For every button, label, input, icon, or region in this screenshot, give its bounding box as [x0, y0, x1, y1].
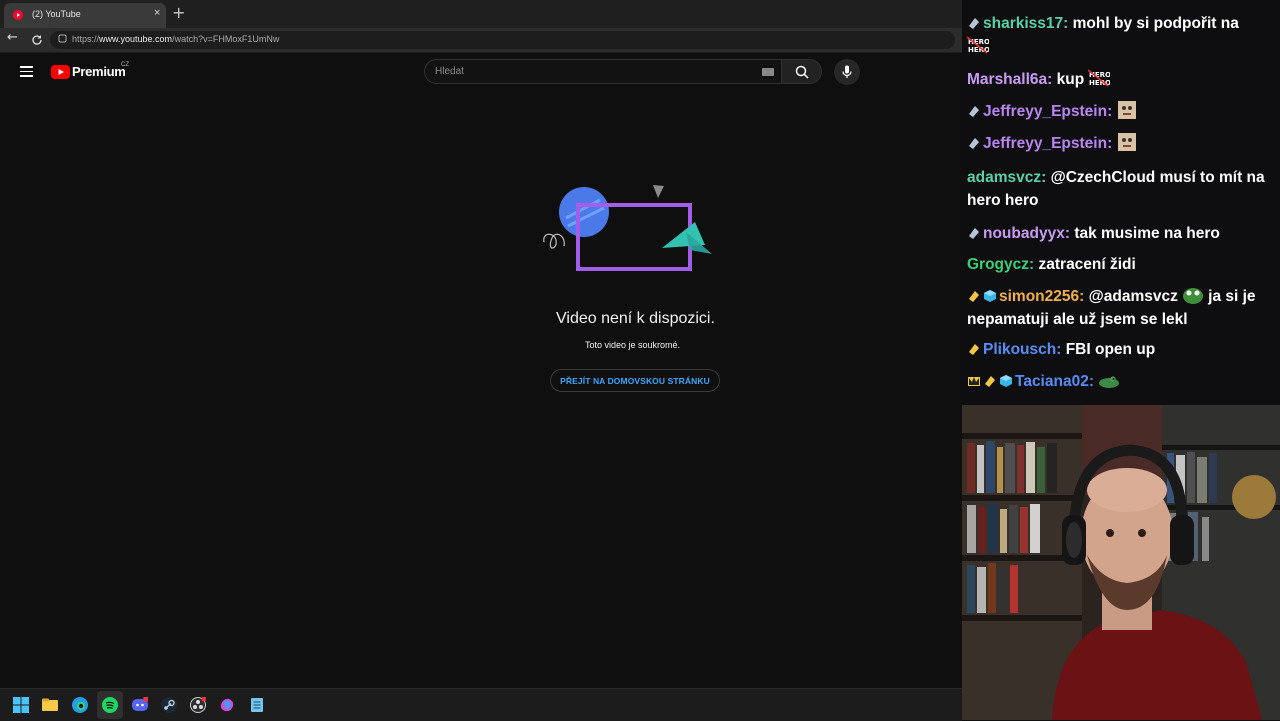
- chat-username[interactable]: noubadyyx: [983, 225, 1065, 242]
- chat-username[interactable]: simon2256: [999, 288, 1079, 305]
- chat-message: adamsvcz: @CzechCloud musí to mít na her…: [967, 169, 1265, 209]
- notepad-icon[interactable]: [249, 697, 265, 713]
- keyboard-icon[interactable]: [762, 68, 774, 76]
- cube-badge-icon: [984, 290, 996, 302]
- chat-username[interactable]: Jeffreyy_Epstein: [983, 103, 1107, 120]
- youtube-logo-icon[interactable]: [51, 65, 70, 79]
- chat-text: zatracení židi: [1038, 256, 1136, 273]
- tab-title: (2) YouTube: [32, 9, 81, 19]
- chat-username[interactable]: adamsvcz: [967, 169, 1041, 186]
- video-unavailable-illustration: [543, 185, 712, 271]
- go-home-label: PŘEJÍT NA DOMOVSKOU STRÁNKU: [560, 376, 710, 386]
- back-arrow-icon[interactable]: ←: [7, 30, 18, 45]
- search-button[interactable]: [782, 59, 822, 84]
- chat-message: Marshall6a: kup HERO HERO: [967, 68, 1272, 91]
- obs-icon[interactable]: [190, 697, 206, 713]
- reload-icon[interactable]: [31, 34, 43, 46]
- browser-window: (2) YouTube × + ← https://www.youtube.co…: [0, 0, 962, 688]
- croc-emote-icon: [1099, 376, 1119, 388]
- cube-badge-icon: [1000, 375, 1012, 387]
- tab-youtube[interactable]: (2) YouTube ×: [4, 3, 166, 28]
- sub-badge-icon: [969, 138, 979, 149]
- herohero-emote-icon: HEROHERO: [967, 36, 989, 54]
- streamer-webcam: [962, 405, 1280, 720]
- chat-message: sharkiss17: mohl by si podpořit na HERO H…: [967, 15, 1239, 54]
- discord-icon[interactable]: [132, 697, 148, 713]
- search-input[interactable]: Hledat: [424, 59, 782, 84]
- address-bar: ← https://www.youtube.com/watch?v=FHMoxF…: [0, 28, 962, 53]
- chat-username[interactable]: Taciana02: [1015, 373, 1089, 390]
- url-field[interactable]: https://www.youtube.com/watch?v=FHMoxF1U…: [50, 31, 955, 49]
- sub-badge-icon: [969, 228, 979, 239]
- steam-icon[interactable]: [161, 697, 177, 713]
- chat-message: Jeffreyy_Epstein:: [967, 132, 1272, 155]
- search-placeholder: Hledat: [435, 66, 464, 77]
- menu-icon[interactable]: [20, 66, 33, 77]
- search-icon: [795, 65, 809, 79]
- gold-badge-icon: [985, 376, 995, 387]
- youtube-favicon-icon: [13, 10, 23, 20]
- gold-badge-icon: [969, 291, 979, 302]
- chat-text: kup: [1056, 71, 1085, 88]
- chat-message: Jeffreyy_Epstein:: [967, 100, 1272, 123]
- webcam-feed: [962, 405, 1280, 720]
- spotify-icon[interactable]: [102, 697, 118, 713]
- chat-text: @adamsvcz: [1088, 288, 1178, 305]
- microphone-icon: [842, 65, 852, 78]
- chat-username[interactable]: sharkiss17: [983, 15, 1063, 32]
- sub-badge-icon: [969, 18, 979, 29]
- error-subtitle: Toto video je soukromé.: [585, 340, 681, 350]
- svg-text:HERO: HERO: [968, 38, 989, 46]
- chat-message: simon2256: @adamsvcz ja si je nepamatuji…: [967, 285, 1272, 331]
- chat-username[interactable]: Plikousch: [983, 341, 1056, 358]
- tab-bar: (2) YouTube × +: [0, 0, 962, 28]
- chat-text: mohl by si podpořit na: [1072, 15, 1239, 32]
- edge-browser-icon[interactable]: [72, 697, 88, 713]
- youtube-header: Premium CZ Hledat: [0, 53, 962, 91]
- herohero-emote-icon: HEROHERO: [1088, 69, 1110, 87]
- chat-message: noubadyyx: tak musime na hero: [967, 222, 1272, 245]
- crown-badge-icon: [968, 377, 980, 386]
- url-text: https://www.youtube.com/watch?v=FHMoxF1U…: [72, 34, 280, 44]
- file-explorer-icon[interactable]: [42, 697, 58, 713]
- chat-message: Plikousch: FBI open up: [967, 338, 1272, 361]
- tab-close-icon[interactable]: ×: [154, 7, 160, 19]
- sub-badge-icon: [969, 106, 979, 117]
- copilot-icon[interactable]: [219, 697, 235, 713]
- chat-username[interactable]: Grogycz: [967, 256, 1029, 273]
- country-code: CZ: [121, 62, 129, 68]
- error-title: Video není k dispozici.: [556, 310, 715, 327]
- site-info-icon[interactable]: [58, 34, 67, 43]
- chat-text: FBI open up: [1065, 341, 1156, 358]
- voice-search-button[interactable]: [834, 59, 860, 85]
- pepe-emote-icon: [1182, 288, 1203, 304]
- chat-message: Grogycz: zatracení židi: [967, 256, 1136, 273]
- face-emote-icon: [1118, 101, 1137, 119]
- taskbar: [0, 688, 962, 721]
- premium-brand[interactable]: Premium: [72, 64, 126, 79]
- go-home-button[interactable]: PŘEJÍT NA DOMOVSKOU STRÁNKU: [550, 369, 720, 392]
- new-tab-button[interactable]: +: [172, 3, 185, 22]
- windows-start-icon[interactable]: [13, 697, 29, 713]
- chat-text: tak musime na hero: [1074, 225, 1220, 242]
- chat-username[interactable]: Jeffreyy_Epstein: [983, 135, 1107, 152]
- chat-message: Taciana02:: [967, 370, 1272, 393]
- chat-username[interactable]: Marshall6a: [967, 71, 1047, 88]
- stream-chat-panel: sharkiss17: mohl by si podpořit na HERO H…: [962, 0, 1280, 405]
- svg-text:HERO: HERO: [1089, 71, 1110, 79]
- gold-badge-icon: [969, 344, 979, 355]
- face-emote-icon: [1118, 133, 1137, 151]
